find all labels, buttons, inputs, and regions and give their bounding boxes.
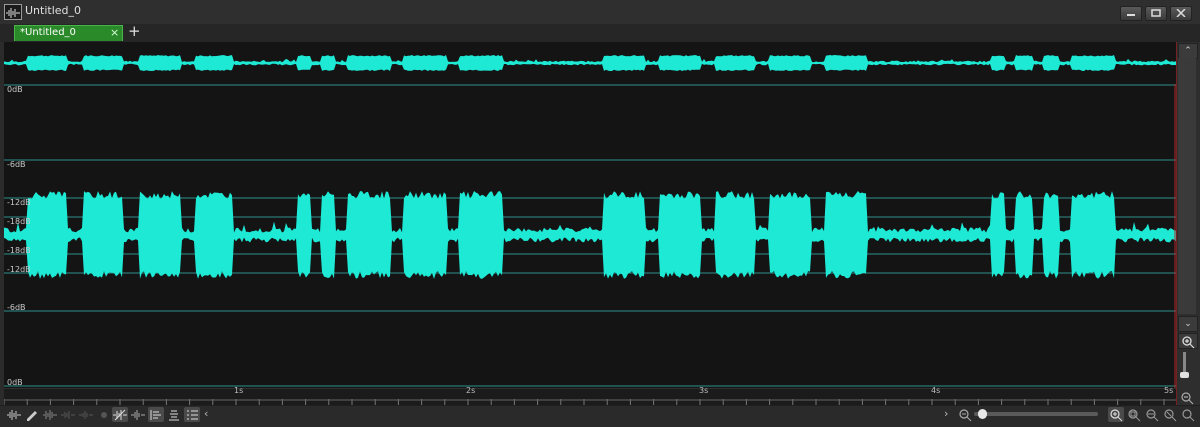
- align-left-button[interactable]: [148, 407, 164, 422]
- zoom-fit-icon: [1182, 409, 1195, 422]
- snap-wave-icon: [113, 409, 127, 421]
- zoom-in-icon: [1182, 336, 1195, 349]
- maximize-icon: [1151, 9, 1161, 17]
- horizontal-zoom-handle[interactable]: [978, 409, 987, 419]
- db-label: 0dB: [7, 378, 23, 387]
- ruler-ticks: [3, 399, 1176, 405]
- db-label: 0dB: [7, 85, 23, 94]
- snap-tool-button[interactable]: [112, 407, 128, 422]
- align-center-button[interactable]: [166, 407, 182, 422]
- zoom-selection-button[interactable]: [1126, 407, 1142, 422]
- vertical-zoom-in-button[interactable]: [1178, 333, 1198, 349]
- ruler-label: 2s: [466, 386, 476, 395]
- horizontal-zoom-slider[interactable]: [974, 412, 1098, 416]
- waveform-app-icon: [4, 4, 22, 20]
- zoom-all-button[interactable]: [1144, 407, 1160, 422]
- overview-waveform[interactable]: [4, 44, 1176, 82]
- ruler-label: 1s: [234, 386, 244, 395]
- minimize-icon: [1127, 14, 1135, 16]
- zoom-fit-button[interactable]: [1180, 407, 1196, 422]
- zoom-reset-button[interactable]: [1162, 407, 1178, 422]
- selection-tool-button[interactable]: [130, 407, 146, 422]
- add-tab-button[interactable]: +: [128, 22, 141, 40]
- horizontal-zoom-out-button[interactable]: [957, 407, 973, 422]
- vertical-scroll-track[interactable]: [1178, 58, 1196, 314]
- db-label: -18dB: [7, 246, 31, 255]
- scroll-right-button[interactable]: ›: [944, 407, 948, 420]
- db-label: -6dB: [7, 160, 26, 169]
- wave-disabled-icon: [79, 411, 93, 419]
- zoom-in-icon: [1110, 409, 1123, 422]
- tab-label: *Untitled_0: [20, 27, 76, 38]
- pencil-tool-button[interactable]: [24, 407, 40, 422]
- ruler-label: 4s: [931, 386, 941, 395]
- maximize-button[interactable]: [1145, 6, 1167, 21]
- align-left-icon: [150, 410, 161, 420]
- horizontal-zoom-in-button[interactable]: [1108, 407, 1124, 422]
- overview-wave-shape: [4, 55, 1176, 71]
- disabled-tool-3[interactable]: [96, 407, 112, 422]
- db-label: -6dB: [7, 303, 26, 312]
- align-center-icon: [169, 410, 179, 421]
- main-wave-shape: [4, 191, 1176, 279]
- db-label: -18dB: [7, 217, 31, 226]
- db-label: -12dB: [7, 265, 31, 274]
- zoom-all-icon: [1146, 409, 1159, 422]
- spectral-view-button[interactable]: [42, 407, 58, 422]
- scroll-up-button[interactable]: ⌃: [1178, 43, 1198, 59]
- tab-close-icon[interactable]: ×: [110, 26, 119, 39]
- zoom-reset-icon: [1164, 409, 1177, 422]
- disabled-tool-2[interactable]: [78, 407, 94, 422]
- close-icon: [1176, 9, 1186, 17]
- pencil-icon: [27, 411, 37, 421]
- tab-untitled[interactable]: *Untitled_0 ×: [14, 25, 123, 41]
- disabled-tool-1[interactable]: [60, 407, 76, 422]
- selection-wave-icon: [131, 410, 145, 420]
- title-bar: [0, 0, 1200, 25]
- db-label: -12dB: [7, 198, 31, 207]
- vertical-zoom-out-button[interactable]: [1179, 390, 1195, 405]
- main-waveform[interactable]: [4, 84, 1176, 388]
- spectrum-icon: [43, 410, 57, 420]
- scroll-down-button[interactable]: ⌄: [1178, 316, 1198, 332]
- zoom-out-icon: [959, 409, 972, 422]
- close-window-button[interactable]: [1170, 6, 1192, 21]
- zoom-selection-icon: [1128, 409, 1141, 422]
- waveform-icon: [7, 410, 21, 420]
- waveform-view-button[interactable]: [6, 407, 22, 422]
- list-icon: [187, 410, 198, 420]
- scroll-left-button[interactable]: ‹: [204, 407, 208, 420]
- list-view-button[interactable]: [184, 407, 200, 422]
- time-ruler[interactable]: [3, 388, 1176, 406]
- window-title: Untitled_0: [25, 4, 82, 17]
- wave-disabled-icon: [61, 411, 75, 419]
- ruler-label: 5s: [1164, 386, 1174, 395]
- zoom-out-icon: [1181, 392, 1194, 405]
- marker-disabled-icon: [101, 412, 107, 418]
- ruler-label: 3s: [699, 386, 709, 395]
- minimize-button[interactable]: [1120, 6, 1142, 21]
- tab-bar: [0, 24, 1200, 42]
- vertical-zoom-handle[interactable]: [1180, 372, 1189, 378]
